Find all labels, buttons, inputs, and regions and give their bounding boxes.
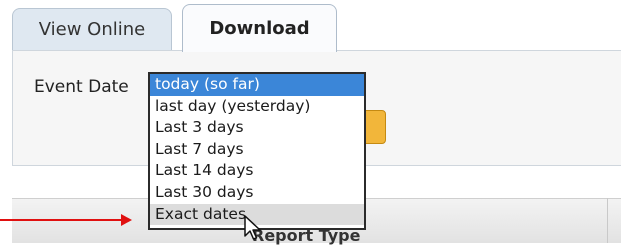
tab-view-online[interactable]: View Online [12, 8, 172, 50]
option-today[interactable]: today (so far) [150, 74, 364, 96]
option-last-day[interactable]: last day (yesterday) [150, 96, 364, 118]
column-divider [607, 198, 608, 243]
option-last-30-days[interactable]: Last 30 days [150, 182, 364, 204]
event-date-label: Event Date [34, 77, 129, 97]
tab-download-label: Download [209, 18, 310, 39]
option-last-7-days[interactable]: Last 7 days [150, 139, 364, 161]
tab-download[interactable]: Download [182, 4, 337, 52]
option-last-14-days[interactable]: Last 14 days [150, 160, 364, 182]
mouse-cursor-icon [244, 215, 261, 240]
event-date-dropdown[interactable]: today (so far) last day (yesterday) Last… [148, 72, 366, 230]
tab-view-online-label: View Online [38, 19, 146, 40]
annotation-arrow-head [121, 214, 132, 226]
option-last-3-days[interactable]: Last 3 days [150, 117, 364, 139]
annotation-arrow-line [0, 219, 122, 221]
